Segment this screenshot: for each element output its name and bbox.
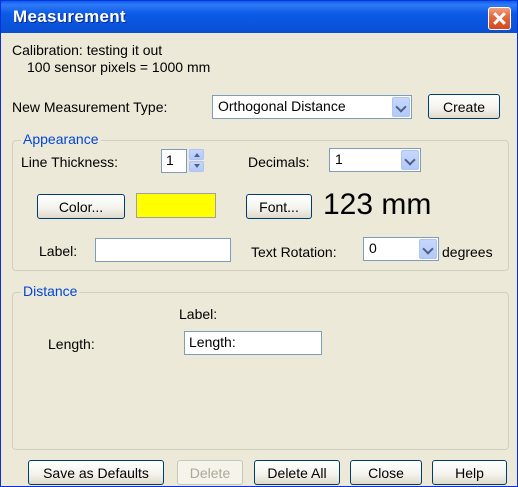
line-thickness-label: Line Thickness: (21, 154, 119, 170)
measurement-type-value: Orthogonal Distance (218, 98, 346, 114)
measurement-type-label: New Measurement Type: (12, 99, 168, 115)
decimals-label: Decimals: (248, 154, 310, 170)
line-thickness-spinner[interactable] (189, 149, 204, 173)
chevron-down-icon[interactable] (401, 150, 419, 170)
color-button[interactable]: Color... (37, 194, 125, 219)
chevron-down-icon[interactable] (392, 97, 410, 117)
help-button[interactable]: Help (432, 460, 507, 485)
font-preview: 123 mm (323, 188, 432, 221)
text-rotation-select[interactable]: 0 (363, 237, 439, 261)
text-rotation-value: 0 (369, 240, 377, 256)
window-title: Measurement (13, 7, 126, 26)
label-field[interactable] (95, 238, 231, 262)
distance-label-header: Label: (179, 306, 218, 322)
distance-group-label: Distance (21, 283, 80, 299)
length-label-field[interactable]: Length: (184, 331, 322, 355)
appearance-group-label: Appearance (21, 131, 101, 147)
spin-up-icon[interactable] (189, 149, 204, 160)
save-as-defaults-button[interactable]: Save as Defaults (28, 460, 164, 485)
distance-group (12, 292, 509, 450)
font-button[interactable]: Font... (246, 194, 312, 219)
delete-all-button[interactable]: Delete All (254, 460, 340, 485)
spin-down-icon[interactable] (189, 161, 204, 172)
close-icon[interactable] (488, 7, 511, 30)
measurement-type-select[interactable]: Orthogonal Distance (212, 95, 412, 119)
delete-button[interactable]: Delete (177, 460, 243, 485)
color-swatch[interactable] (136, 193, 216, 218)
text-rotation-label: Text Rotation: (251, 244, 337, 260)
calibration-name: Calibration: testing it out (12, 42, 163, 58)
chevron-down-icon[interactable] (419, 239, 437, 259)
label-label: Label: (39, 243, 78, 259)
line-thickness-field[interactable]: 1 (161, 149, 187, 173)
create-button[interactable]: Create (428, 94, 500, 119)
close-button[interactable]: Close (350, 460, 422, 485)
title-bar[interactable]: Measurement (1, 1, 517, 33)
measurement-dialog: Measurement Calibration: testing it out … (0, 0, 518, 487)
decimals-select[interactable]: 1 (329, 148, 421, 172)
length-label: Length: (48, 336, 95, 352)
decimals-value: 1 (335, 151, 343, 167)
degrees-label: degrees (442, 244, 493, 260)
calibration-scale: 100 sensor pixels = 1000 mm (27, 59, 211, 75)
